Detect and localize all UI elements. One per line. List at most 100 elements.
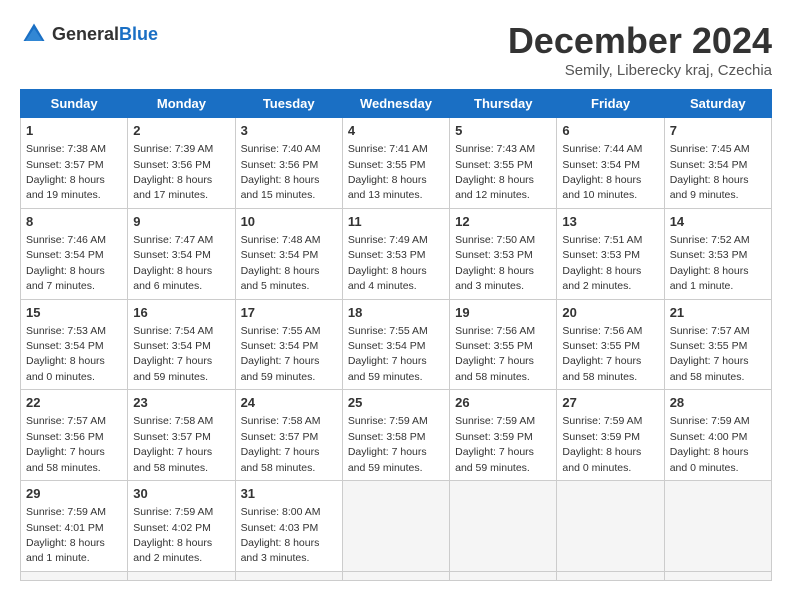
- day-cell: 14 Sunrise: 7:52 AMSunset: 3:53 PMDaylig…: [664, 208, 771, 299]
- day-number: 11: [348, 213, 444, 231]
- day-info: Sunrise: 7:45 AMSunset: 3:54 PMDaylight:…: [670, 143, 750, 201]
- logo-text-blue: Blue: [119, 24, 158, 44]
- day-cell: 1 Sunrise: 7:38 AMSunset: 3:57 PMDayligh…: [21, 118, 128, 209]
- day-info: Sunrise: 7:56 AMSunset: 3:55 PMDaylight:…: [455, 325, 535, 383]
- day-cell: 23 Sunrise: 7:58 AMSunset: 3:57 PMDaylig…: [128, 390, 235, 481]
- day-cell: 28 Sunrise: 7:59 AMSunset: 4:00 PMDaylig…: [664, 390, 771, 481]
- day-info: Sunrise: 7:41 AMSunset: 3:55 PMDaylight:…: [348, 143, 428, 201]
- calendar-week-row: 1 Sunrise: 7:38 AMSunset: 3:57 PMDayligh…: [21, 118, 772, 209]
- day-info: Sunrise: 7:39 AMSunset: 3:56 PMDaylight:…: [133, 143, 213, 201]
- day-info: Sunrise: 7:49 AMSunset: 3:53 PMDaylight:…: [348, 234, 428, 292]
- day-cell: 25 Sunrise: 7:59 AMSunset: 3:58 PMDaylig…: [342, 390, 449, 481]
- day-cell: 31 Sunrise: 8:00 AMSunset: 4:03 PMDaylig…: [235, 481, 342, 572]
- day-info: Sunrise: 7:40 AMSunset: 3:56 PMDaylight:…: [241, 143, 321, 201]
- day-number: 19: [455, 304, 551, 322]
- header-monday: Monday: [128, 90, 235, 118]
- day-number: 14: [670, 213, 766, 231]
- day-cell: 3 Sunrise: 7:40 AMSunset: 3:56 PMDayligh…: [235, 118, 342, 209]
- day-cell: 11 Sunrise: 7:49 AMSunset: 3:53 PMDaylig…: [342, 208, 449, 299]
- day-info: Sunrise: 7:59 AMSunset: 3:59 PMDaylight:…: [455, 415, 535, 473]
- day-info: Sunrise: 7:55 AMSunset: 3:54 PMDaylight:…: [348, 325, 428, 383]
- day-info: Sunrise: 7:51 AMSunset: 3:53 PMDaylight:…: [562, 234, 642, 292]
- day-info: Sunrise: 7:56 AMSunset: 3:55 PMDaylight:…: [562, 325, 642, 383]
- day-cell: 9 Sunrise: 7:47 AMSunset: 3:54 PMDayligh…: [128, 208, 235, 299]
- calendar-week-row: 15 Sunrise: 7:53 AMSunset: 3:54 PMDaylig…: [21, 299, 772, 390]
- month-title: December 2024: [508, 20, 772, 62]
- day-info: Sunrise: 7:58 AMSunset: 3:57 PMDaylight:…: [241, 415, 321, 473]
- day-info: Sunrise: 7:43 AMSunset: 3:55 PMDaylight:…: [455, 143, 535, 201]
- empty-cell: [664, 571, 771, 580]
- day-cell: 6 Sunrise: 7:44 AMSunset: 3:54 PMDayligh…: [557, 118, 664, 209]
- day-number: 24: [241, 394, 337, 412]
- empty-cell: [450, 481, 557, 572]
- day-number: 27: [562, 394, 658, 412]
- day-info: Sunrise: 7:47 AMSunset: 3:54 PMDaylight:…: [133, 234, 213, 292]
- day-info: Sunrise: 7:55 AMSunset: 3:54 PMDaylight:…: [241, 325, 321, 383]
- day-cell: 27 Sunrise: 7:59 AMSunset: 3:59 PMDaylig…: [557, 390, 664, 481]
- empty-cell: [128, 571, 235, 580]
- day-info: Sunrise: 7:59 AMSunset: 4:02 PMDaylight:…: [133, 506, 213, 564]
- empty-cell: [235, 571, 342, 580]
- day-number: 16: [133, 304, 229, 322]
- header-wednesday: Wednesday: [342, 90, 449, 118]
- day-cell: 16 Sunrise: 7:54 AMSunset: 3:54 PMDaylig…: [128, 299, 235, 390]
- day-number: 30: [133, 485, 229, 503]
- day-number: 22: [26, 394, 122, 412]
- day-number: 18: [348, 304, 444, 322]
- empty-cell: [342, 571, 449, 580]
- day-number: 31: [241, 485, 337, 503]
- header-friday: Friday: [557, 90, 664, 118]
- header-thursday: Thursday: [450, 90, 557, 118]
- day-cell: 17 Sunrise: 7:55 AMSunset: 3:54 PMDaylig…: [235, 299, 342, 390]
- day-number: 28: [670, 394, 766, 412]
- day-cell: 19 Sunrise: 7:56 AMSunset: 3:55 PMDaylig…: [450, 299, 557, 390]
- day-cell: 7 Sunrise: 7:45 AMSunset: 3:54 PMDayligh…: [664, 118, 771, 209]
- title-area: December 2024 Semily, Liberecky kraj, Cz…: [508, 20, 772, 79]
- day-number: 17: [241, 304, 337, 322]
- day-cell: 26 Sunrise: 7:59 AMSunset: 3:59 PMDaylig…: [450, 390, 557, 481]
- day-cell: 5 Sunrise: 7:43 AMSunset: 3:55 PMDayligh…: [450, 118, 557, 209]
- day-cell: 8 Sunrise: 7:46 AMSunset: 3:54 PMDayligh…: [21, 208, 128, 299]
- day-cell: 15 Sunrise: 7:53 AMSunset: 3:54 PMDaylig…: [21, 299, 128, 390]
- day-number: 3: [241, 122, 337, 140]
- calendar-week-row: 22 Sunrise: 7:57 AMSunset: 3:56 PMDaylig…: [21, 390, 772, 481]
- day-cell: 18 Sunrise: 7:55 AMSunset: 3:54 PMDaylig…: [342, 299, 449, 390]
- empty-cell: [664, 481, 771, 572]
- calendar-week-row: [21, 571, 772, 580]
- calendar-week-row: 29 Sunrise: 7:59 AMSunset: 4:01 PMDaylig…: [21, 481, 772, 572]
- day-number: 26: [455, 394, 551, 412]
- day-number: 13: [562, 213, 658, 231]
- day-cell: 22 Sunrise: 7:57 AMSunset: 3:56 PMDaylig…: [21, 390, 128, 481]
- empty-cell: [557, 571, 664, 580]
- day-info: Sunrise: 7:52 AMSunset: 3:53 PMDaylight:…: [670, 234, 750, 292]
- day-number: 6: [562, 122, 658, 140]
- weekday-header-row: Sunday Monday Tuesday Wednesday Thursday…: [21, 90, 772, 118]
- day-info: Sunrise: 7:58 AMSunset: 3:57 PMDaylight:…: [133, 415, 213, 473]
- day-cell: 24 Sunrise: 7:58 AMSunset: 3:57 PMDaylig…: [235, 390, 342, 481]
- header-sunday: Sunday: [21, 90, 128, 118]
- day-info: Sunrise: 7:57 AMSunset: 3:56 PMDaylight:…: [26, 415, 106, 473]
- day-number: 5: [455, 122, 551, 140]
- logo: GeneralBlue: [20, 20, 158, 48]
- empty-cell: [342, 481, 449, 572]
- day-info: Sunrise: 7:38 AMSunset: 3:57 PMDaylight:…: [26, 143, 106, 201]
- day-cell: 2 Sunrise: 7:39 AMSunset: 3:56 PMDayligh…: [128, 118, 235, 209]
- day-number: 4: [348, 122, 444, 140]
- day-info: Sunrise: 7:57 AMSunset: 3:55 PMDaylight:…: [670, 325, 750, 383]
- calendar-table: Sunday Monday Tuesday Wednesday Thursday…: [20, 89, 772, 581]
- day-number: 12: [455, 213, 551, 231]
- logo-icon: [20, 20, 48, 48]
- day-number: 25: [348, 394, 444, 412]
- day-cell: 13 Sunrise: 7:51 AMSunset: 3:53 PMDaylig…: [557, 208, 664, 299]
- day-info: Sunrise: 7:59 AMSunset: 4:00 PMDaylight:…: [670, 415, 750, 473]
- logo-text-general: General: [52, 24, 119, 44]
- empty-cell: [557, 481, 664, 572]
- day-info: Sunrise: 7:46 AMSunset: 3:54 PMDaylight:…: [26, 234, 106, 292]
- day-cell: 21 Sunrise: 7:57 AMSunset: 3:55 PMDaylig…: [664, 299, 771, 390]
- day-number: 1: [26, 122, 122, 140]
- empty-cell: [450, 571, 557, 580]
- day-number: 29: [26, 485, 122, 503]
- header: GeneralBlue December 2024 Semily, Libere…: [20, 20, 772, 79]
- day-number: 9: [133, 213, 229, 231]
- day-info: Sunrise: 7:59 AMSunset: 3:58 PMDaylight:…: [348, 415, 428, 473]
